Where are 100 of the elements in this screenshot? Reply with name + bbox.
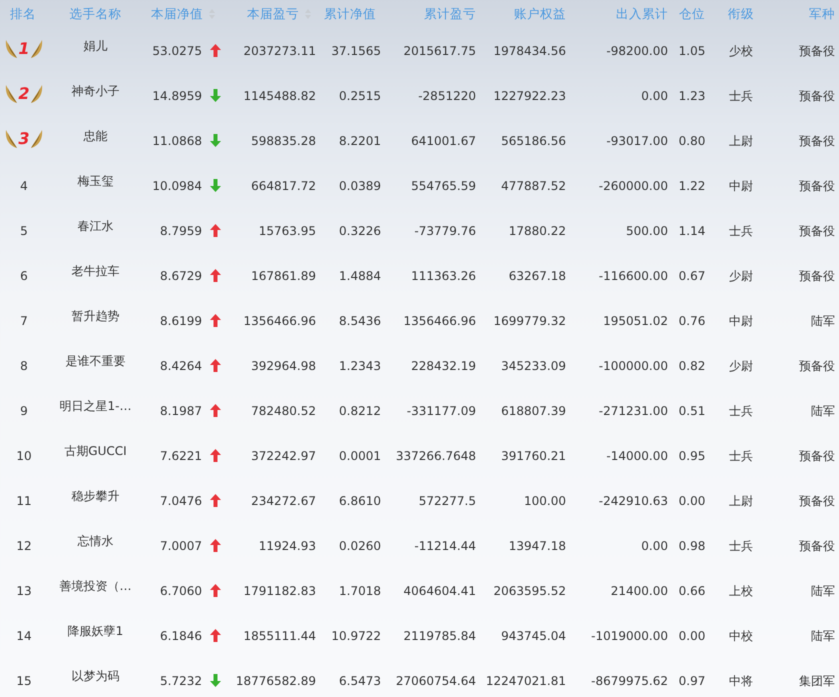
net-value: 5.7232 — [160, 672, 202, 690]
total-net-value: 10.9722 — [331, 628, 381, 642]
total-pnl: 2119785.84 — [403, 628, 476, 642]
position-ratio: 0.76 — [678, 314, 706, 328]
military-rank: 上尉 — [729, 494, 753, 508]
account-equity: 100.00 — [524, 494, 566, 508]
total-net-value: 1.7018 — [339, 584, 381, 598]
net-value: 11.0868 — [152, 132, 202, 150]
net-value: 8.1987 — [160, 402, 202, 420]
total-net-value: 1.2343 — [339, 358, 381, 372]
rank-number: 5 — [20, 224, 28, 238]
net-value: 8.4264 — [160, 358, 202, 374]
net-value: 7.0476 — [160, 492, 202, 510]
period-pnl: 372242.97 — [251, 448, 316, 462]
total-net-value: 6.5473 — [339, 674, 381, 688]
rank-number: 12 — [16, 538, 32, 552]
column-header: 累计净值 — [324, 6, 376, 21]
total-net-value: 37.1565 — [331, 44, 381, 58]
service-branch: 预备役 — [799, 268, 835, 282]
total-net-value: 1.4884 — [339, 268, 381, 282]
cash-flow: -14000.00 — [606, 448, 668, 462]
period-pnl: 234272.67 — [251, 494, 316, 508]
total-net-value: 0.0260 — [339, 538, 381, 552]
player-name: 娟儿 — [84, 38, 108, 54]
rank-number: 2 — [18, 83, 30, 105]
column-header: 出入累计 — [616, 6, 668, 21]
period-pnl: 782480.52 — [251, 404, 316, 418]
service-branch: 预备役 — [799, 178, 835, 192]
cash-flow: 500.00 — [626, 224, 668, 238]
total-pnl: 572277.5 — [418, 494, 476, 508]
player-name: 稳步攀升 — [72, 488, 120, 504]
column-header: 累计盈亏 — [424, 6, 476, 21]
laurel-icon — [30, 84, 44, 104]
position-ratio: 1.14 — [678, 224, 706, 238]
net-value: 10.0984 — [152, 178, 202, 194]
service-branch: 预备役 — [799, 224, 835, 238]
player-name: 梅玉玺 — [78, 172, 114, 190]
rank-number: 11 — [16, 494, 32, 508]
account-equity: 565186.56 — [501, 134, 566, 148]
cash-flow: 21400.00 — [610, 584, 668, 598]
total-net-value: 6.8610 — [339, 494, 381, 508]
total-net-value: 8.5436 — [339, 314, 381, 328]
military-rank: 中校 — [729, 628, 753, 642]
net-value: 7.0007 — [160, 538, 202, 554]
rank-number: 8 — [20, 358, 28, 372]
net-value: 7.6221 — [160, 448, 202, 464]
column-header: 排名 — [10, 6, 36, 21]
column-header[interactable]: 本届净值 — [151, 6, 203, 21]
cash-flow: -1019000.00 — [591, 628, 668, 642]
total-net-value: 0.0001 — [339, 448, 381, 462]
account-equity: 2063595.52 — [493, 584, 566, 598]
period-pnl: 11924.93 — [258, 538, 316, 552]
service-branch: 陆军 — [811, 628, 835, 642]
player-name: 春江水 — [78, 218, 114, 234]
military-rank: 士兵 — [729, 404, 753, 418]
net-value: 8.7959 — [160, 222, 202, 240]
rank-number: 1 — [18, 38, 30, 60]
rank-number: 15 — [16, 674, 32, 688]
position-ratio: 0.98 — [678, 538, 706, 552]
column-header: 账户权益 — [514, 6, 566, 21]
rank-number: 9 — [20, 404, 28, 418]
laurel-icon — [30, 129, 44, 149]
cash-flow: -100000.00 — [598, 358, 668, 372]
net-value: 6.1846 — [160, 628, 202, 644]
laurel-icon — [4, 129, 18, 149]
account-equity: 17880.22 — [508, 224, 566, 238]
period-pnl: 18776582.89 — [236, 674, 316, 688]
column-header[interactable]: 本届盈亏 — [247, 6, 299, 21]
rank-number: 14 — [16, 628, 32, 642]
account-equity: 13947.18 — [508, 538, 566, 552]
rank-number: 7 — [20, 314, 28, 328]
service-branch: 预备役 — [799, 88, 835, 102]
net-value: 8.6729 — [160, 268, 202, 284]
total-pnl: 554765.59 — [411, 178, 476, 192]
military-rank: 少校 — [729, 44, 753, 58]
period-pnl: 1855111.44 — [243, 628, 316, 642]
military-rank: 士兵 — [729, 538, 753, 552]
position-ratio: 0.97 — [678, 674, 706, 688]
position-ratio: 1.22 — [678, 178, 706, 192]
account-equity: 391760.21 — [501, 448, 566, 462]
total-net-value: 0.0389 — [339, 178, 381, 192]
rank-number: 4 — [20, 178, 28, 192]
rank-number: 13 — [16, 584, 32, 598]
military-rank: 中尉 — [729, 178, 753, 192]
player-name: 忘情水 — [78, 532, 114, 550]
position-ratio: 0.80 — [678, 134, 706, 148]
player-name: 善境投资（… — [60, 578, 132, 594]
total-pnl: 27060754.64 — [396, 674, 476, 688]
net-value: 14.8959 — [152, 88, 202, 104]
player-name: 以梦为码 — [72, 668, 120, 684]
period-pnl: 664817.72 — [251, 178, 316, 192]
laurel-icon — [4, 39, 18, 59]
rank-number: 6 — [20, 268, 28, 282]
player-name: 暂升趋势 — [72, 308, 120, 324]
position-ratio: 0.66 — [678, 584, 706, 598]
player-name: 神奇小子 — [72, 82, 120, 100]
service-branch: 预备役 — [799, 44, 835, 58]
laurel-icon — [4, 84, 18, 104]
military-rank: 少尉 — [729, 358, 753, 372]
total-pnl: 228432.19 — [411, 358, 476, 372]
